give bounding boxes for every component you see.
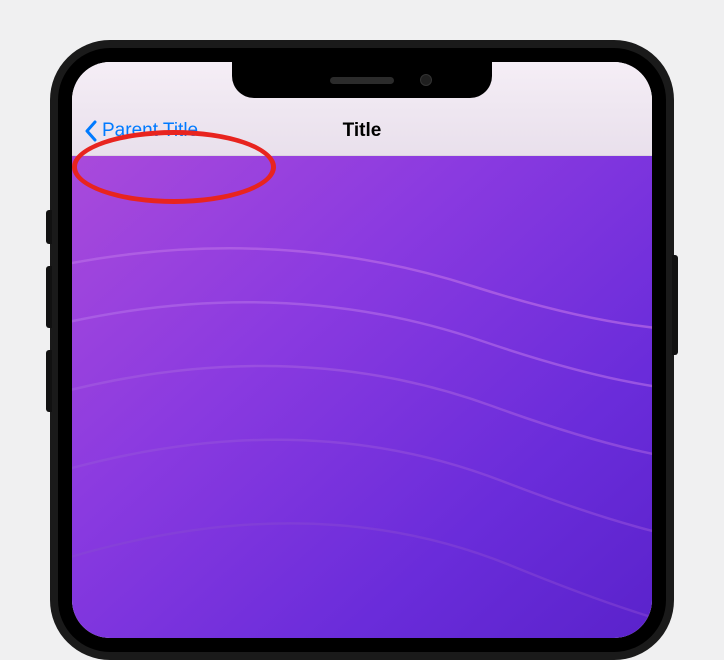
notch xyxy=(232,62,492,98)
phone-bezel: Parent Title Title xyxy=(58,48,666,652)
content-area xyxy=(72,156,652,638)
back-button[interactable]: Parent Title xyxy=(84,120,198,142)
side-buttons-right xyxy=(672,255,678,355)
page-title: Title xyxy=(343,120,382,142)
volume-up-button xyxy=(46,266,52,328)
back-button-label: Parent Title xyxy=(102,120,198,142)
phone-frame: Parent Title Title xyxy=(50,40,674,660)
navigation-bar: Parent Title Title xyxy=(72,106,652,156)
volume-down-button xyxy=(46,350,52,412)
phone-screen: Parent Title Title xyxy=(72,62,652,638)
side-buttons-left xyxy=(46,210,52,434)
chevron-left-icon xyxy=(84,120,98,142)
power-button xyxy=(672,255,678,355)
speaker-grille xyxy=(330,77,394,84)
wallpaper-image xyxy=(72,156,652,638)
front-camera xyxy=(420,74,432,86)
mute-switch xyxy=(46,210,52,244)
